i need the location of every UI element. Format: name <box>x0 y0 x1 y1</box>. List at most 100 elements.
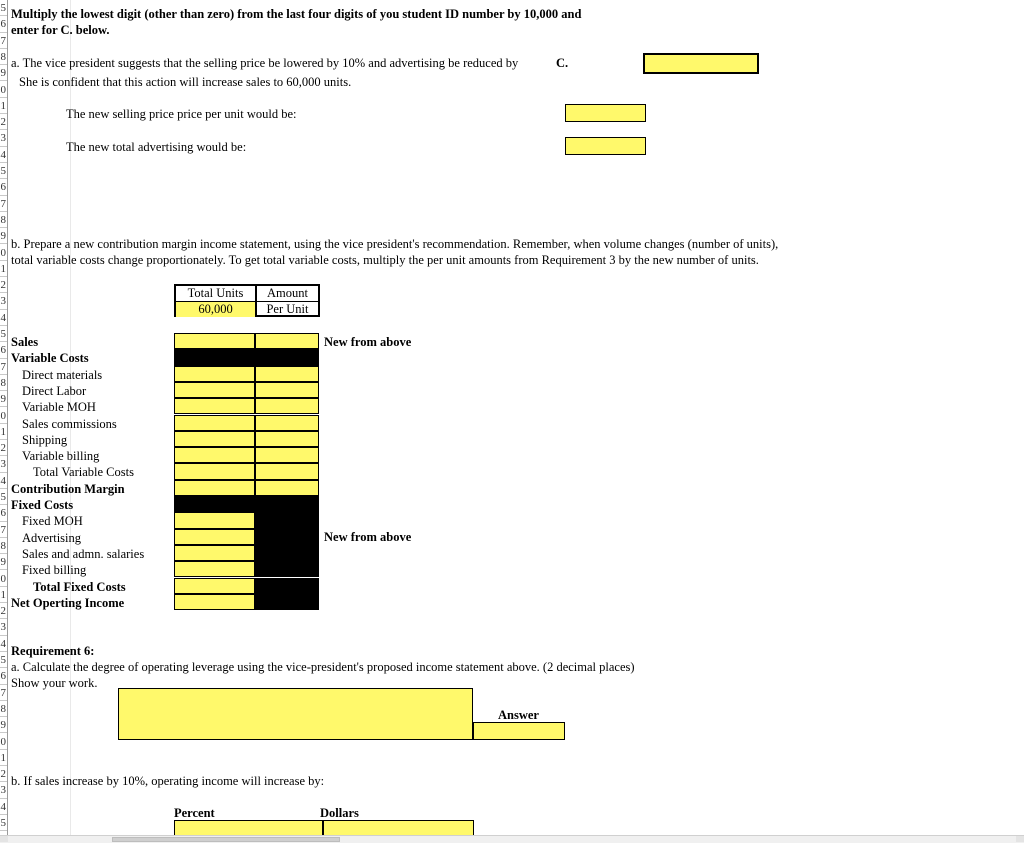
row-header-28[interactable]: 3 <box>0 456 7 473</box>
is-total-input-sales-and-admn-salaries[interactable] <box>174 544 255 562</box>
is-perunit-input-direct-labor[interactable] <box>255 381 319 399</box>
row-header-18[interactable]: 3 <box>0 293 7 310</box>
scroll-right-arrow-icon[interactable] <box>1016 836 1024 842</box>
row-header-46[interactable]: 1 <box>0 749 7 767</box>
row-header-gutter[interactable]: 5678901234567890123456789012345678901234… <box>0 0 8 836</box>
row-header-34[interactable]: 9 <box>0 554 7 571</box>
row-header-10[interactable]: 5 <box>0 163 7 180</box>
row-header-44[interactable]: 9 <box>0 717 7 734</box>
row-header-5[interactable]: 0 <box>0 81 7 98</box>
row-header-1[interactable]: 6 <box>0 16 7 33</box>
row-header-29[interactable]: 4 <box>0 472 7 489</box>
units-table-header-total-units: Total Units <box>176 286 257 302</box>
is-total-input-advertising[interactable] <box>174 528 255 545</box>
is-row-label-variable-billing: Variable billing <box>22 449 100 464</box>
row-header-49[interactable]: 4 <box>0 798 7 815</box>
row-header-7[interactable]: 2 <box>0 114 7 131</box>
row-header-45[interactable]: 0 <box>0 733 7 750</box>
operating-leverage-work-input[interactable] <box>118 688 473 740</box>
horizontal-scrollbar[interactable] <box>0 835 1024 843</box>
is-row-label-contribution-margin: Contribution Margin <box>11 481 125 496</box>
is-total-input-direct-materials[interactable] <box>174 365 255 382</box>
units-table-header-amount: Amount <box>257 286 318 302</box>
row-header-30[interactable]: 5 <box>0 489 7 506</box>
spreadsheet-canvas: 5678901234567890123456789012345678901234… <box>0 0 1024 836</box>
operating-leverage-answer-input[interactable] <box>473 722 565 740</box>
row-header-41[interactable]: 6 <box>0 668 7 685</box>
row-header-40[interactable]: 5 <box>0 652 7 669</box>
row-header-32[interactable]: 7 <box>0 521 7 538</box>
is-perunit-input-shipping[interactable] <box>255 430 319 448</box>
row-header-9[interactable]: 4 <box>0 146 7 163</box>
is-perunit-input-variable-billing[interactable] <box>255 447 319 464</box>
row-header-19[interactable]: 4 <box>0 309 7 326</box>
row-header-21[interactable]: 6 <box>0 342 7 359</box>
is-total-input-fixed-billing[interactable] <box>174 561 255 578</box>
new-advertising-input[interactable] <box>565 137 646 155</box>
new-advertising-label: The new total advertising would be: <box>66 140 247 154</box>
row-header-0[interactable]: 5 <box>0 0 7 17</box>
row-header-36[interactable]: 1 <box>0 586 7 604</box>
is-perunit-input-direct-materials[interactable] <box>255 365 319 382</box>
row-header-50[interactable]: 5 <box>0 815 7 832</box>
row-header-15[interactable]: 0 <box>0 244 7 261</box>
is-total-input-total-fixed-costs[interactable] <box>174 577 255 594</box>
row-header-16[interactable]: 1 <box>0 260 7 278</box>
row-header-11[interactable]: 6 <box>0 179 7 196</box>
row-header-25[interactable]: 0 <box>0 407 7 424</box>
is-total-input-total-variable-costs[interactable] <box>174 463 255 480</box>
row-header-6[interactable]: 1 <box>0 97 7 115</box>
is-total-input-sales-commissions[interactable] <box>174 414 255 431</box>
is-perunit-input-contribution-margin[interactable] <box>255 479 319 496</box>
row-header-37[interactable]: 2 <box>0 603 7 620</box>
row-header-20[interactable]: 5 <box>0 326 7 343</box>
row-header-23[interactable]: 8 <box>0 374 7 392</box>
row-header-39[interactable]: 4 <box>0 635 7 652</box>
is-row-label-variable-moh: Variable MOH <box>22 400 96 415</box>
is-total-input-variable-billing[interactable] <box>174 447 255 464</box>
row-header-13[interactable]: 8 <box>0 211 7 229</box>
is-total-input-net-operting-income[interactable] <box>174 593 255 611</box>
row-header-24[interactable]: 9 <box>0 391 7 408</box>
row-header-14[interactable]: 9 <box>0 228 7 245</box>
row-header-22[interactable]: 7 <box>0 358 7 375</box>
percent-label: Percent <box>174 806 215 820</box>
row-header-31[interactable]: 6 <box>0 505 7 522</box>
percent-input[interactable] <box>174 820 323 836</box>
row-header-3[interactable]: 8 <box>0 48 7 66</box>
units-table-total-units-value[interactable]: 60,000 <box>176 302 257 317</box>
row-header-48[interactable]: 3 <box>0 782 7 799</box>
new-selling-price-label: The new selling price price per unit wou… <box>66 107 297 121</box>
row-header-35[interactable]: 0 <box>0 570 7 587</box>
row-header-2[interactable]: 7 <box>0 32 7 49</box>
is-perunit-input-sales-commissions[interactable] <box>255 414 319 431</box>
row-header-26[interactable]: 1 <box>0 423 7 441</box>
is-perunit-input-total-variable-costs[interactable] <box>255 463 319 480</box>
new-selling-price-input[interactable] <box>565 104 646 122</box>
is-total-input-variable-moh[interactable] <box>174 398 255 415</box>
is-total-input-shipping[interactable] <box>174 430 255 448</box>
dollars-input[interactable] <box>323 820 474 836</box>
c-input[interactable] <box>643 53 759 74</box>
row-header-27[interactable]: 2 <box>0 440 7 457</box>
row-header-33[interactable]: 8 <box>0 537 7 555</box>
row-header-42[interactable]: 7 <box>0 684 7 701</box>
row-header-38[interactable]: 3 <box>0 619 7 636</box>
row-header-4[interactable]: 9 <box>0 65 7 82</box>
is-total-input-sales[interactable] <box>174 333 255 350</box>
row-header-8[interactable]: 3 <box>0 130 7 147</box>
row-header-17[interactable]: 2 <box>0 277 7 294</box>
row-header-47[interactable]: 2 <box>0 766 7 783</box>
units-table-per-unit-label: Per Unit <box>266 302 309 316</box>
scroll-left-arrow-icon[interactable] <box>0 836 8 842</box>
row-header-12[interactable]: 7 <box>0 195 7 212</box>
is-blocked-perunit-fixed-costs <box>255 496 319 513</box>
is-perunit-input-sales[interactable] <box>255 333 319 350</box>
is-total-input-contribution-margin[interactable] <box>174 479 255 496</box>
scrollbar-thumb[interactable] <box>112 837 340 842</box>
is-perunit-input-variable-moh[interactable] <box>255 398 319 415</box>
part-a-line-1: a. The vice president suggests that the … <box>11 56 519 70</box>
is-total-input-direct-labor[interactable] <box>174 381 255 399</box>
row-header-43[interactable]: 8 <box>0 700 7 718</box>
is-total-input-fixed-moh[interactable] <box>174 512 255 529</box>
